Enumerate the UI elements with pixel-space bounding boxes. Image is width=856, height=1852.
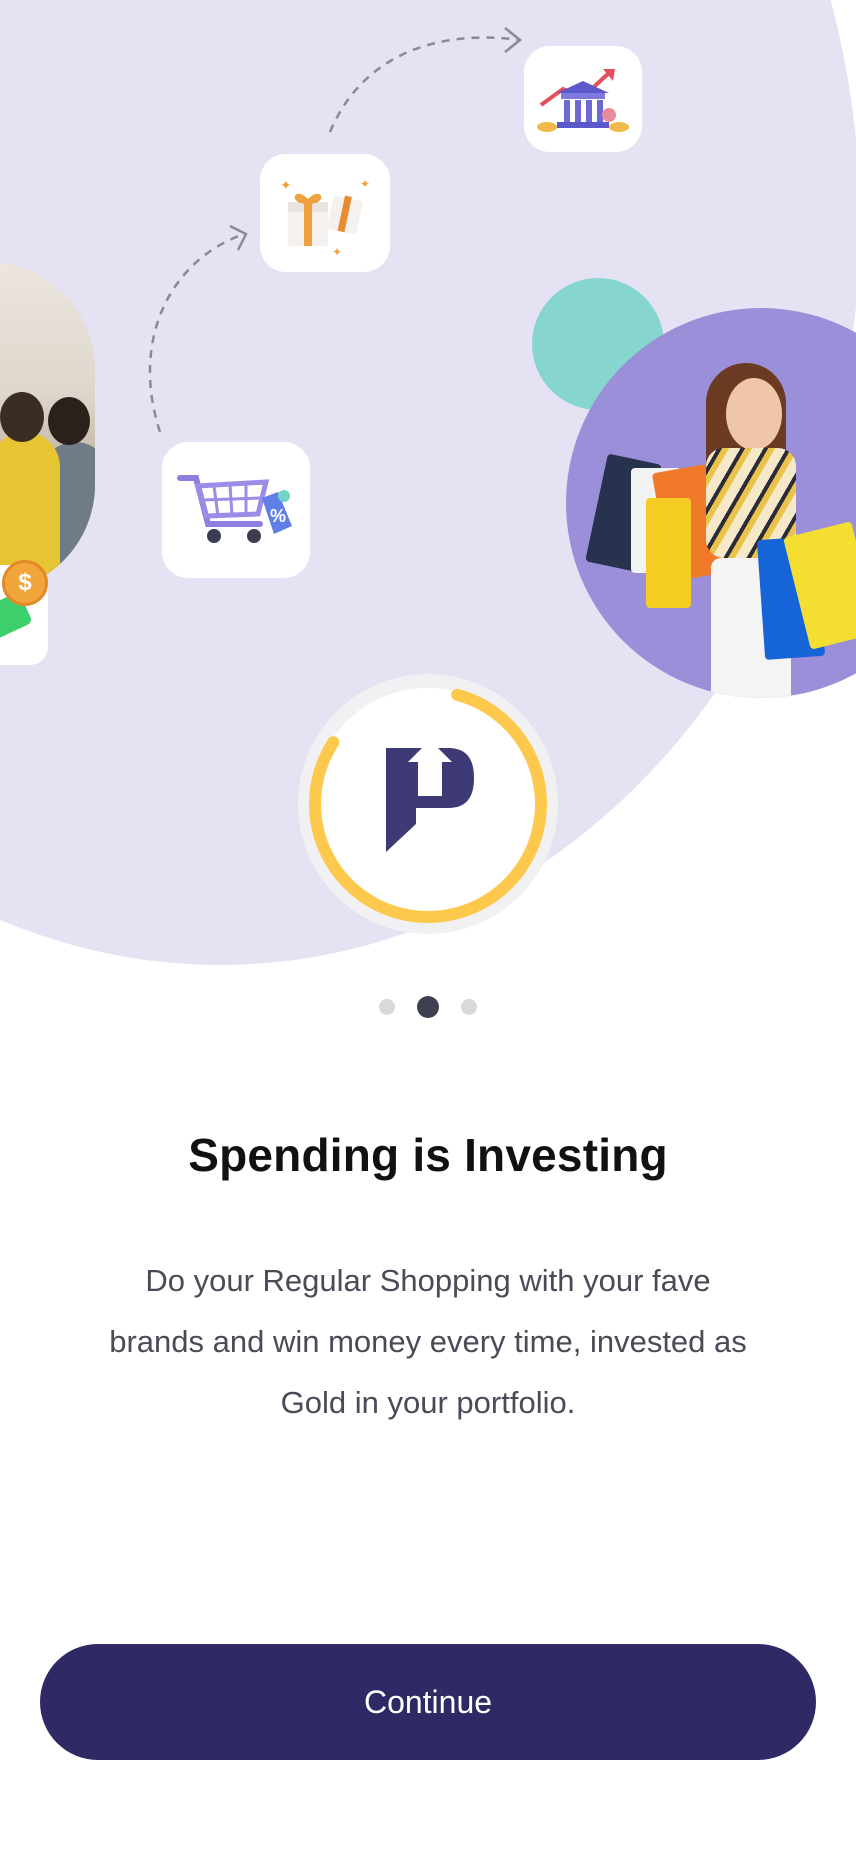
page-dot-3[interactable] <box>461 999 477 1015</box>
onboarding-title: Spending is Investing <box>188 1129 668 1181</box>
carousel-indicator <box>0 996 856 1018</box>
svg-text:%: % <box>270 506 286 526</box>
loading-ring <box>298 674 558 934</box>
svg-text:✦: ✦ <box>332 245 342 258</box>
gift-boxes-icon: ✦ ✦ ✦ <box>280 177 370 258</box>
cart-card: % <box>162 442 310 578</box>
app-logo-icon <box>386 740 474 852</box>
onboarding-description: Do your Regular Shopping with your fave … <box>109 1263 747 1420</box>
bank-growth-card <box>524 46 642 152</box>
continue-button[interactable]: Continue <box>40 1644 816 1760</box>
svg-text:✦: ✦ <box>280 177 292 193</box>
page-dot-2-active[interactable] <box>417 996 439 1018</box>
bank-growth-icon <box>537 69 629 132</box>
shopping-cart-discount-icon: % <box>177 475 292 543</box>
page-dot-1[interactable] <box>379 999 395 1015</box>
gift-card: ✦ ✦ ✦ <box>260 154 390 272</box>
hero-illustration: $ ✦ ✦ ✦ % <box>0 0 856 980</box>
svg-text:✦: ✦ <box>360 177 370 191</box>
